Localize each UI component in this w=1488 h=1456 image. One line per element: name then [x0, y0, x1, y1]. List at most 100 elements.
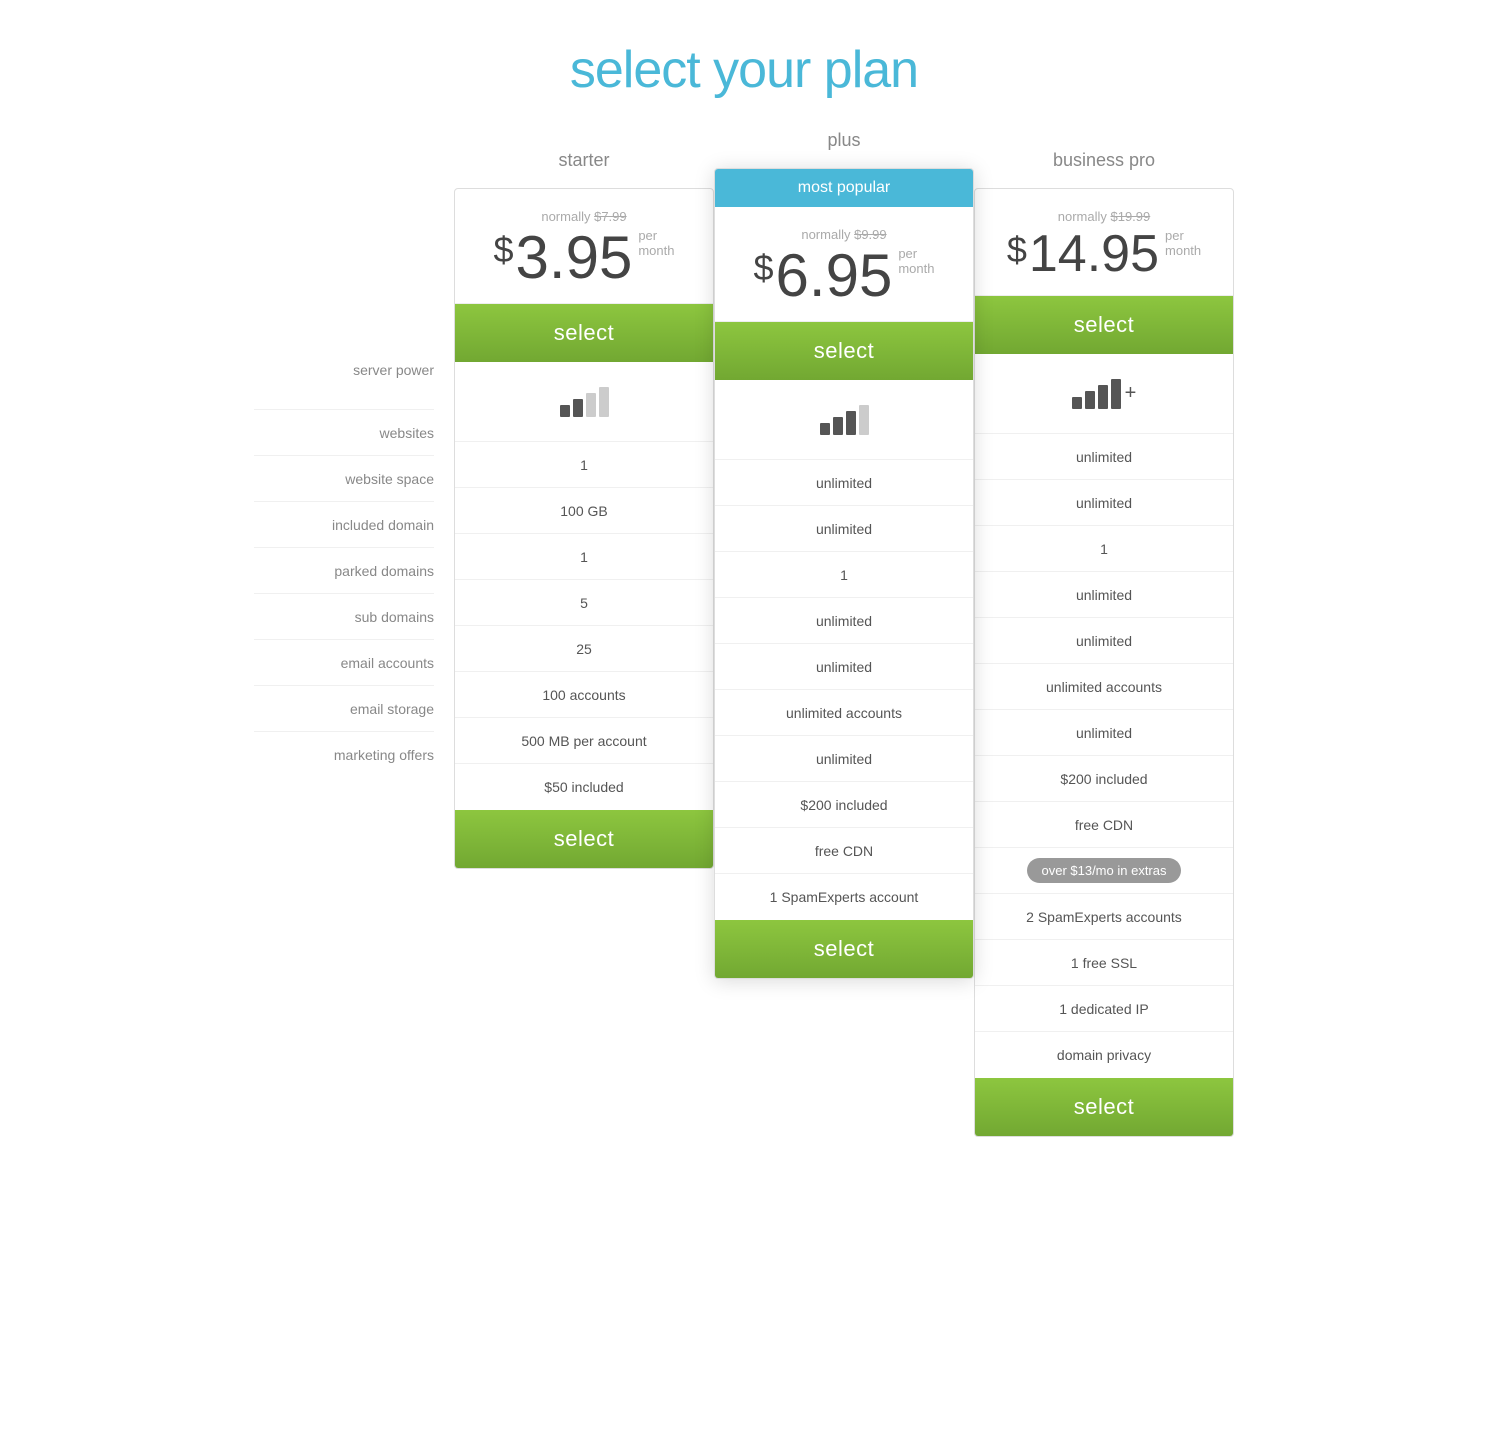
- business-pro-normally: normally $19.99: [990, 209, 1218, 224]
- starter-original-price: $7.99: [594, 209, 627, 224]
- plus-plan-name: plus: [714, 130, 974, 160]
- business-pro-select-top[interactable]: select: [975, 296, 1233, 354]
- business-pro-amount: 14.95: [1029, 228, 1159, 280]
- starter-email-accounts: 100 accounts: [455, 672, 713, 718]
- business-pro-websites: unlimited: [975, 434, 1233, 480]
- business-pro-dollar: $: [1007, 232, 1027, 268]
- plans-container: server power websites website space incl…: [194, 150, 1294, 1137]
- business-pro-included-domain: 1: [975, 526, 1233, 572]
- plus-amount: 6.95: [776, 246, 893, 306]
- plus-email-accounts: unlimited accounts: [715, 690, 973, 736]
- plus-select-bottom[interactable]: select: [715, 920, 973, 978]
- starter-card: normally $7.99 $ 3.95 per month select: [454, 188, 714, 869]
- starter-price-section: normally $7.99 $ 3.95 per month: [455, 189, 713, 304]
- business-pro-price-main: $ 14.95 per month: [990, 228, 1218, 280]
- bar1: [560, 405, 570, 417]
- plus-original-price: $9.99: [854, 227, 887, 242]
- most-popular-bar: most popular: [715, 169, 973, 207]
- business-pro-plan-name: business pro: [974, 150, 1234, 180]
- plus-select-top[interactable]: select: [715, 322, 973, 380]
- business-pro-dedicated-ip: 1 dedicated IP: [975, 986, 1233, 1032]
- bar2: [573, 399, 583, 417]
- label-sub-domains: sub domains: [254, 594, 434, 640]
- business-pro-free-ssl: 1 free SSL: [975, 940, 1233, 986]
- plus-per: per month: [898, 246, 934, 282]
- business-pro-spam-experts2: 2 SpamExperts accounts: [975, 894, 1233, 940]
- starter-select-bottom[interactable]: select: [455, 810, 713, 868]
- plus-sign: +: [1125, 382, 1137, 405]
- business-pro-marketing-offers: $200 included: [975, 756, 1233, 802]
- bar4: [599, 387, 609, 417]
- business-pro-per: per month: [1165, 228, 1201, 264]
- starter-amount: 3.95: [516, 228, 633, 288]
- label-email-accounts: email accounts: [254, 640, 434, 686]
- starter-parked-domains: 5: [455, 580, 713, 626]
- business-pro-card: normally $19.99 $ 14.95 per month select: [974, 188, 1234, 1137]
- bar4: [1111, 379, 1121, 409]
- business-pro-price-section: normally $19.99 $ 14.95 per month: [975, 189, 1233, 296]
- business-pro-email-accounts: unlimited accounts: [975, 664, 1233, 710]
- business-pro-free-cdn: free CDN: [975, 802, 1233, 848]
- labels-column: server power websites website space incl…: [254, 150, 454, 778]
- plus-price-main: $ 6.95 per month: [730, 246, 958, 306]
- business-pro-extras-badge-row: over $13/mo in extras: [975, 848, 1233, 894]
- starter-features: 1 100 GB 1 5 25 100 accounts 500 MB per …: [455, 362, 713, 810]
- starter-normally: normally $7.99: [470, 209, 698, 224]
- bar3: [846, 411, 856, 435]
- extras-badge: over $13/mo in extras: [1027, 858, 1180, 883]
- business-pro-select-bottom[interactable]: select: [975, 1078, 1233, 1136]
- starter-dollar: $: [494, 232, 514, 268]
- label-included-domain: included domain: [254, 502, 434, 548]
- business-pro-original-price: $19.99: [1110, 209, 1150, 224]
- starter-sub-domains: 25: [455, 626, 713, 672]
- starter-included-domain: 1: [455, 534, 713, 580]
- plus-features: unlimited unlimited 1 unlimited unlimite…: [715, 380, 973, 920]
- plus-email-storage: unlimited: [715, 736, 973, 782]
- label-marketing-offers: marketing offers: [254, 732, 434, 778]
- plus-signal-bars: [820, 405, 869, 435]
- plus-server-power: [715, 380, 973, 460]
- business-pro-server-power: +: [975, 354, 1233, 434]
- starter-signal-bars: [560, 387, 609, 417]
- starter-websites: 1: [455, 442, 713, 488]
- label-websites: websites: [254, 410, 434, 456]
- label-website-space: website space: [254, 456, 434, 502]
- plus-website-space: unlimited: [715, 506, 973, 552]
- plus-parked-domains: unlimited: [715, 598, 973, 644]
- plus-normally: normally $9.99: [730, 227, 958, 242]
- starter-marketing-offers: $50 included: [455, 764, 713, 810]
- plus-card: most popular normally $9.99 $ 6.95 per m…: [714, 168, 974, 979]
- plus-included-domain: 1: [715, 552, 973, 598]
- business-pro-signal-bars: [1072, 379, 1121, 409]
- starter-price-main: $ 3.95 per month: [470, 228, 698, 288]
- starter-website-space: 100 GB: [455, 488, 713, 534]
- business-pro-features: + unlimited unlimited 1 unlimited unlimi…: [975, 354, 1233, 1078]
- starter-plan-name: starter: [454, 150, 714, 180]
- page-title: select your plan: [20, 40, 1468, 100]
- plus-dollar: $: [754, 250, 774, 286]
- starter-select-top[interactable]: select: [455, 304, 713, 362]
- bar2: [833, 417, 843, 435]
- plus-spam-experts: 1 SpamExperts account: [715, 874, 973, 920]
- starter-server-power: [455, 362, 713, 442]
- bar4: [859, 405, 869, 435]
- business-pro-domain-privacy: domain privacy: [975, 1032, 1233, 1078]
- business-pro-sub-domains: unlimited: [975, 618, 1233, 664]
- label-parked-domains: parked domains: [254, 548, 434, 594]
- plan-business-pro: business pro normally $19.99 $ 14.95 per…: [974, 150, 1234, 1137]
- plan-plus: plus most popular normally $9.99 $ 6.95 …: [714, 130, 974, 979]
- plus-websites: unlimited: [715, 460, 973, 506]
- label-email-storage: email storage: [254, 686, 434, 732]
- business-pro-email-storage: unlimited: [975, 710, 1233, 756]
- starter-per: per month: [638, 228, 674, 264]
- bar1: [820, 423, 830, 435]
- plus-price-section: normally $9.99 $ 6.95 per month: [715, 207, 973, 322]
- label-server-power: server power: [254, 330, 434, 410]
- bar1: [1072, 397, 1082, 409]
- bar2: [1085, 391, 1095, 409]
- plus-sub-domains: unlimited: [715, 644, 973, 690]
- business-pro-website-space: unlimited: [975, 480, 1233, 526]
- business-pro-parked-domains: unlimited: [975, 572, 1233, 618]
- plus-marketing-offers: $200 included: [715, 782, 973, 828]
- bar3: [1098, 385, 1108, 409]
